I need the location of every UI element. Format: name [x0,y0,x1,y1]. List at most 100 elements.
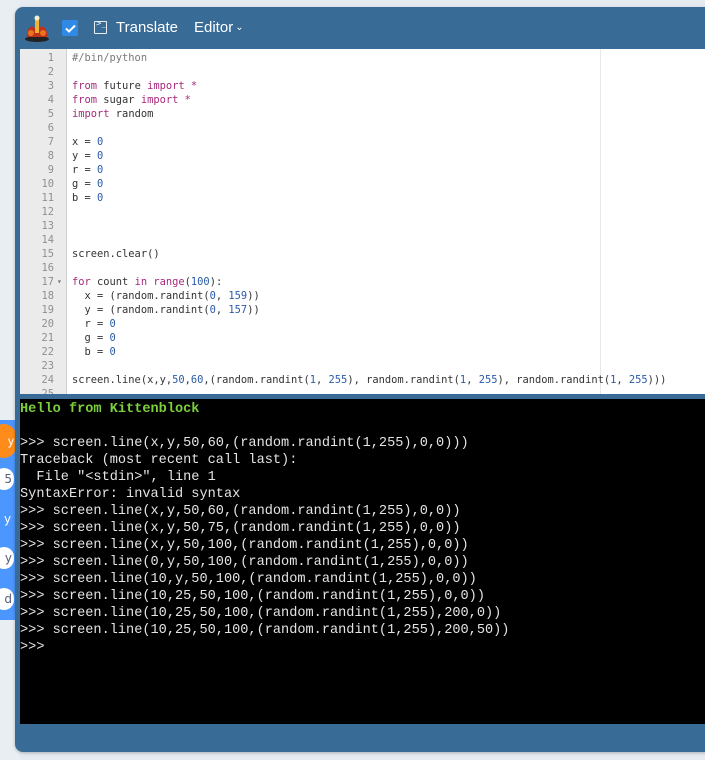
console-output: >>> screen.line(x,y,50,60,(random.randin… [20,418,705,656]
code-line[interactable]: 16 [20,261,705,275]
console-line: >>> screen.line(10,25,50,100,(random.ran… [20,606,502,621]
line-number: 12 [41,206,54,218]
code-text: for count in range(100): [72,276,223,288]
code-line[interactable]: 1 #/bin/python [20,51,705,65]
checkmark-icon [64,24,76,33]
console-line: >>> screen.line(x,y,50,60,(random.randin… [20,436,469,451]
line-number: 5 [47,108,54,120]
code-line[interactable]: 23 [20,359,705,373]
python-console[interactable]: Hello from Kittenblock >>> screen.line(x… [20,399,705,724]
line-number: 18 [41,290,54,302]
code-text: y = 0 [72,150,104,162]
line-number: 22 [41,346,54,358]
code-line[interactable]: 4 from sugar import * [20,93,705,107]
block-input-5[interactable]: 5 [0,468,14,490]
chevron-down-icon: ⌄ [235,22,244,33]
line-number: 11 [41,192,54,204]
line-number: 20 [41,318,54,330]
console-line: >>> screen.line(0,y,50,100,(random.randi… [20,555,469,570]
code-text: #/bin/python [72,52,148,64]
code-line[interactable]: 22 b = 0 [20,345,705,359]
line-number: 13 [41,220,54,232]
kittenblock-logo-icon [25,15,49,42]
console-line: >>> screen.line(10,25,50,100,(random.ran… [20,589,485,604]
line-number: 10 [41,178,54,190]
translate-button[interactable]: Translate [116,19,178,36]
editor-header: >_ Translate Editor ⌄ [15,7,705,49]
line-number: 7 [47,136,54,148]
line-number: 19 [41,304,54,316]
code-line[interactable]: 7 x = 0 [20,135,705,149]
console-line: >>> screen.line(x,y,50,75,(random.randin… [20,521,461,536]
console-line: Traceback (most recent call last): [20,453,298,468]
code-line[interactable]: 15 screen.clear() [20,247,705,261]
console-line: SyntaxError: invalid syntax [20,487,241,502]
code-editor[interactable]: 1 #/bin/python 2 3 from future import * 4 from… [20,49,705,394]
line-number: 1 [47,52,54,64]
code-text: r = 0 [72,318,116,330]
code-text: import random [72,108,154,120]
line-number: 25 [41,388,54,394]
line-number: 21 [41,332,54,344]
line-number: 2 [47,66,54,78]
code-line[interactable]: 13 [20,219,705,233]
line-number: 16 [41,262,54,274]
code-line[interactable]: 3 from future import * [20,79,705,93]
code-line[interactable]: 8 y = 0 [20,149,705,163]
line-number: 17 [41,276,54,288]
code-text: x = (random.randint(0, 159)) [72,290,260,302]
code-text: b = 0 [72,346,116,358]
code-text: screen.clear() [72,248,160,260]
console-line: >>> screen.line(10,25,50,100,(random.ran… [20,623,510,638]
editor-menu-label: Editor [194,19,234,36]
code-line[interactable]: 14 [20,233,705,247]
line-number: 8 [47,150,54,162]
code-line[interactable]: 20 r = 0 [20,317,705,331]
console-banner: Hello from Kittenblock [20,402,200,417]
code-line[interactable]: 9 r = 0 [20,163,705,177]
enable-checkbox[interactable] [62,20,78,36]
code-line[interactable]: 19 y = (random.randint(0, 157)) [20,303,705,317]
code-text: b = 0 [72,192,104,204]
code-text: from future import * [72,80,198,92]
line-number: 24 [41,374,54,386]
line-number: 23 [41,360,54,372]
code-text: x = 0 [72,136,104,148]
code-text: screen.line(x,y,50,60,(random.randint(1,… [72,374,667,386]
code-line[interactable]: 17 ▾ for count in range(100): [20,275,705,289]
code-line[interactable]: 11 b = 0 [20,191,705,205]
code-line[interactable]: 25 [20,387,705,394]
code-line[interactable]: 10 g = 0 [20,177,705,191]
line-number: 14 [41,234,54,246]
editor-menu[interactable]: Editor ⌄ [194,19,244,36]
block-input-y[interactable]: y [0,547,14,569]
python-editor-window: >_ Translate Editor ⌄ 1 #/bin/python 2 3 from… [15,7,705,752]
code-line[interactable]: 24 screen.line(x,y,50,60,(random.randint(… [20,373,705,387]
fold-arrow-icon[interactable]: ▾ [57,275,62,289]
console-line: >>> screen.line(10,y,50,100,(random.rand… [20,572,477,587]
code-text: g = 0 [72,178,104,190]
line-number: 15 [41,248,54,260]
line-number: 9 [47,164,54,176]
code-line[interactable]: 18 x = (random.randint(0, 159)) [20,289,705,303]
console-prompt[interactable]: >>> [20,639,705,656]
code-text: r = 0 [72,164,104,176]
line-number: 6 [47,122,54,134]
code-line[interactable]: 2 [20,65,705,79]
block-label-y: y [4,512,12,526]
line-number: 3 [47,80,54,92]
console-line: >>> screen.line(x,y,50,100,(random.randi… [20,538,469,553]
block-input-d[interactable]: d [0,588,14,610]
terminal-icon: >_ [94,19,107,34]
code-line[interactable]: 5 import random [20,107,705,121]
code-text: from sugar import * [72,94,191,106]
code-line[interactable]: 6 [20,121,705,135]
code-line[interactable]: 12 [20,205,705,219]
code-lines: 1 #/bin/python 2 3 from future import * 4 from… [20,49,705,394]
console-line: File "<stdin>", line 1 [20,470,216,485]
console-line: >>> screen.line(x,y,50,60,(random.randin… [20,504,461,519]
code-text: y = (random.randint(0, 157)) [72,304,260,316]
code-line[interactable]: 21 g = 0 [20,331,705,345]
code-text: g = 0 [72,332,116,344]
